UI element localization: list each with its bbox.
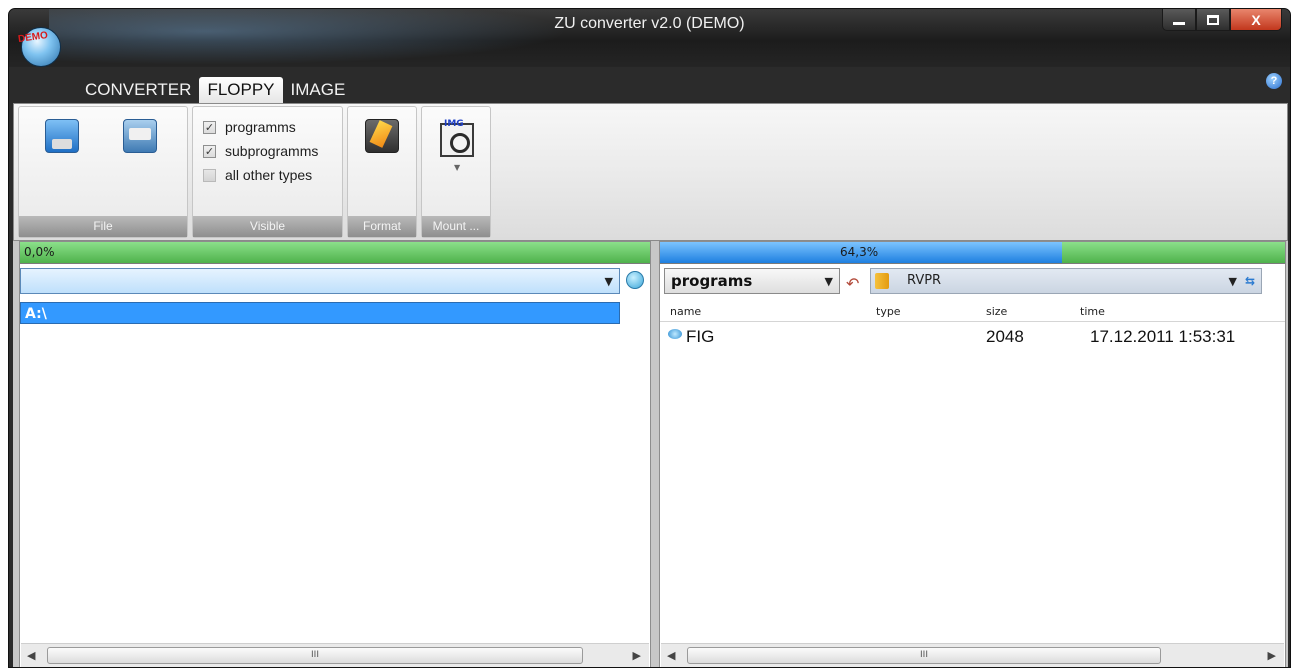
subprogramms-checkbox-row[interactable]: ✓ subprogramms bbox=[203, 141, 318, 161]
chevron-down-icon: ▼ bbox=[604, 275, 613, 288]
path-dropdown-icon[interactable]: ▼ bbox=[1229, 275, 1237, 288]
tab-converter[interactable]: CONVERTER bbox=[77, 77, 199, 103]
ribbon-tabs: CONVERTER FLOPPY IMAGE bbox=[77, 77, 353, 103]
all-other-types-label: all other types bbox=[225, 167, 313, 183]
scroll-left-icon[interactable]: ◀ bbox=[667, 649, 675, 662]
close-button[interactable]: X bbox=[1230, 9, 1282, 31]
column-header-size[interactable]: size bbox=[986, 305, 1007, 318]
file-group: File bbox=[18, 106, 188, 238]
folder-icon bbox=[875, 273, 889, 289]
file-group-label: File bbox=[19, 216, 187, 237]
right-horizontal-scrollbar[interactable]: ◀ III ▶ bbox=[661, 643, 1284, 667]
help-icon[interactable]: ? bbox=[1266, 73, 1282, 89]
right-progress-text: 64,3% bbox=[840, 245, 879, 259]
path-bar[interactable]: RVPR ▼ ⇆ bbox=[870, 268, 1262, 294]
all-other-types-checkbox-row[interactable]: ✓ all other types bbox=[203, 165, 312, 185]
file-list-header: name type size time bbox=[660, 302, 1285, 322]
ribbon: File ✓ programms ✓ subprogramms ✓ all ot… bbox=[13, 103, 1288, 241]
maximize-button[interactable] bbox=[1196, 9, 1230, 31]
visible-group: ✓ programms ✓ subprogramms ✓ all other t… bbox=[192, 106, 343, 238]
file-list-panel: 64,3% programs ▼ ↶ RVPR ▼ ⇆ name type si… bbox=[659, 241, 1286, 667]
up-folder-icon[interactable]: ⇆ bbox=[1245, 274, 1255, 288]
window-title: ZU converter v2.0 (DEMO) bbox=[554, 15, 745, 32]
left-progress-text: 0,0% bbox=[24, 245, 55, 259]
floppy-panel: 0,0% ▼ A:\ ◀ III ▶ bbox=[19, 241, 651, 667]
save-disk-icon[interactable] bbox=[123, 119, 157, 153]
app-logo-icon[interactable]: DEMO bbox=[17, 27, 61, 67]
program-file-icon bbox=[668, 329, 682, 339]
subprogramms-checkbox[interactable]: ✓ bbox=[203, 144, 216, 158]
scroll-right-icon[interactable]: ▶ bbox=[633, 649, 641, 662]
chevron-down-icon: ▼ bbox=[824, 275, 833, 288]
programms-label: programms bbox=[225, 119, 296, 135]
mount-group-label: Mount ... bbox=[422, 216, 490, 237]
title-bar[interactable]: DEMO ZU converter v2.0 (DEMO) X bbox=[9, 9, 1290, 67]
left-progress-bar: 0,0% bbox=[20, 242, 650, 264]
mount-dropdown-arrow-icon[interactable]: ▼ bbox=[454, 163, 460, 172]
open-disk-icon[interactable] bbox=[45, 119, 79, 153]
minimize-button[interactable] bbox=[1162, 9, 1196, 31]
file-row[interactable]: FIG 2048 17.12.2011 1:53:31 bbox=[660, 324, 1285, 348]
back-arrow-icon[interactable]: ↶ bbox=[846, 274, 859, 293]
main-content: 0,0% ▼ A:\ ◀ III ▶ 64,3% programs ▼ ↶ RV… bbox=[13, 241, 1288, 667]
column-header-type[interactable]: type bbox=[876, 305, 901, 318]
scroll-left-icon[interactable]: ◀ bbox=[27, 649, 35, 662]
visible-group-label: Visible bbox=[193, 216, 342, 237]
right-progress-bar: 64,3% bbox=[660, 242, 1285, 264]
maximize-icon bbox=[1207, 14, 1219, 25]
tab-floppy[interactable]: FLOPPY bbox=[199, 77, 283, 103]
tab-image[interactable]: IMAGE bbox=[283, 77, 354, 103]
app-window: DEMO ZU converter v2.0 (DEMO) X CONVERTE… bbox=[8, 8, 1291, 668]
file-name: FIG bbox=[686, 327, 715, 346]
drive-selector-row: ▼ bbox=[20, 268, 650, 298]
drive-combo[interactable]: ▼ bbox=[20, 268, 620, 294]
format-group-label: Format bbox=[348, 216, 416, 237]
mount-img-tag: IMG bbox=[444, 119, 464, 129]
mount-image-icon[interactable]: IMG bbox=[440, 119, 474, 157]
file-time: 17.12.2011 1:53:31 bbox=[1090, 327, 1236, 346]
programms-checkbox[interactable]: ✓ bbox=[203, 120, 216, 134]
format-disk-icon[interactable] bbox=[365, 119, 399, 153]
programms-checkbox-row[interactable]: ✓ programms bbox=[203, 117, 296, 137]
minimize-icon bbox=[1173, 22, 1185, 25]
file-toolbar: programs ▼ ↶ RVPR ▼ ⇆ bbox=[660, 268, 1285, 298]
file-size: 2048 bbox=[986, 327, 1024, 346]
left-scroll-thumb[interactable]: III bbox=[47, 647, 583, 664]
column-header-time[interactable]: time bbox=[1080, 305, 1105, 318]
all-other-types-checkbox[interactable]: ✓ bbox=[203, 168, 216, 182]
path-text: RVPR bbox=[907, 273, 942, 288]
filter-combo[interactable]: programs ▼ bbox=[664, 268, 840, 294]
drive-list-item[interactable]: A:\ bbox=[20, 302, 620, 324]
filter-combo-value: programs bbox=[671, 272, 753, 290]
format-group: Format bbox=[347, 106, 417, 238]
left-horizontal-scrollbar[interactable]: ◀ III ▶ bbox=[21, 643, 649, 667]
mount-group: IMG ▼ Mount ... bbox=[421, 106, 491, 238]
right-scroll-thumb[interactable]: III bbox=[687, 647, 1161, 664]
scroll-right-icon[interactable]: ▶ bbox=[1268, 649, 1276, 662]
column-header-name[interactable]: name bbox=[670, 305, 701, 318]
window-controls: X bbox=[1162, 9, 1282, 35]
refresh-icon[interactable] bbox=[626, 271, 644, 289]
subprogramms-label: subprogramms bbox=[225, 143, 319, 159]
